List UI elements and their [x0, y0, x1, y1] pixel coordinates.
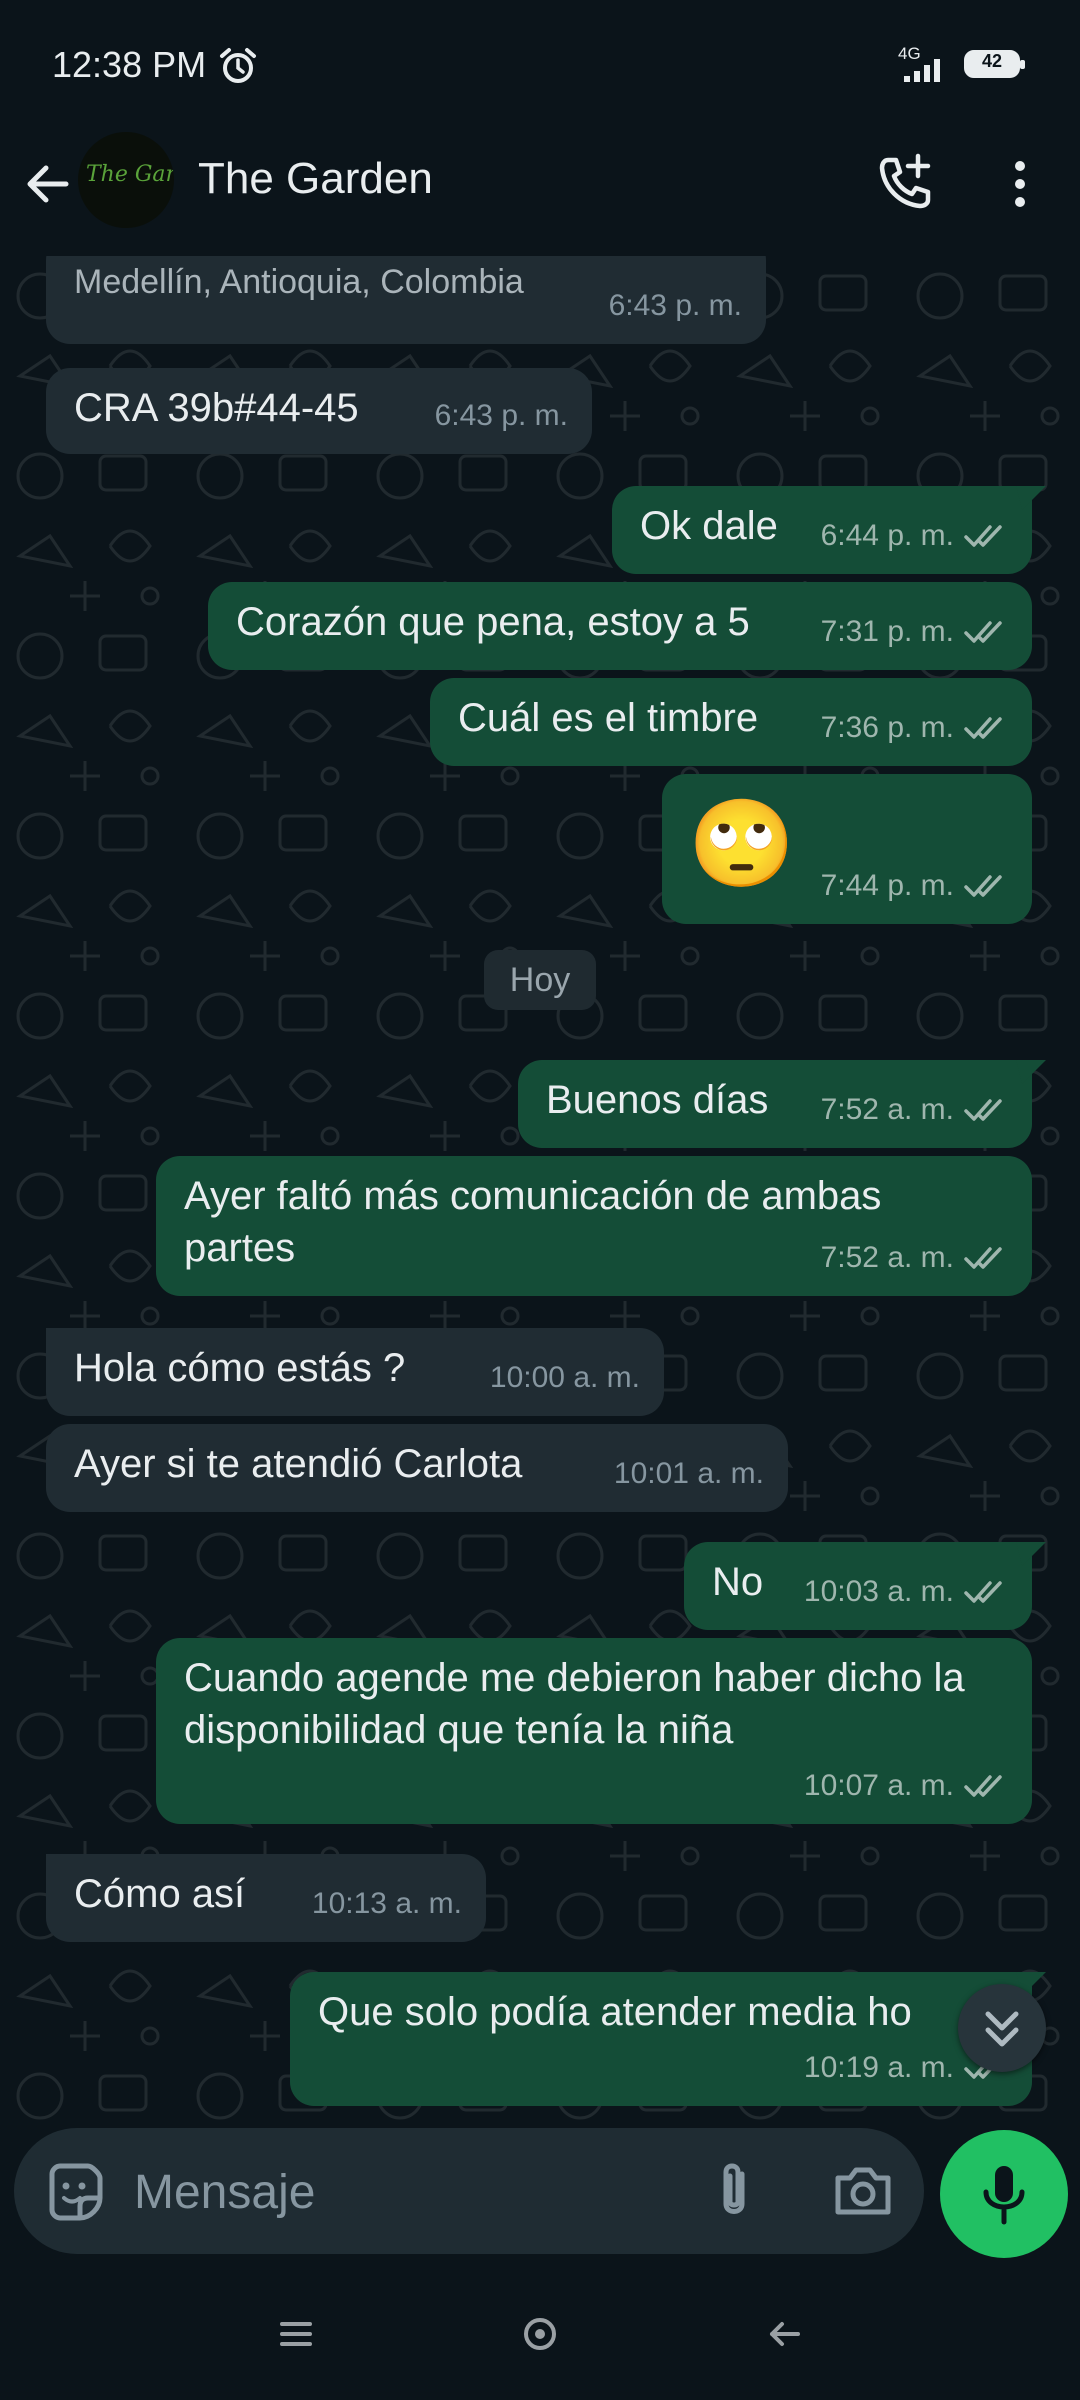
emoji-message: 🙄	[688, 796, 796, 892]
message-text: Hola cómo estás ?	[74, 1346, 406, 1390]
message-meta: 7:31 p. m.	[821, 606, 1008, 658]
outgoing-message[interactable]: Corazón que pena, estoy a 5 7:31 p. m.	[208, 582, 1032, 670]
status-time: 12:38 PM	[52, 44, 207, 85]
outgoing-message[interactable]: Ok dale 6:44 p. m.	[612, 486, 1046, 574]
read-ticks-icon	[964, 525, 1002, 547]
message-meta: 7:36 p. m.	[821, 702, 1008, 754]
message-text: Medellín, Antioquia, Colombia	[74, 263, 524, 301]
read-ticks-icon	[964, 1775, 1002, 1797]
message-meta: 10:00 a. m.	[490, 1352, 640, 1404]
bubble-tail	[1016, 1060, 1046, 1084]
status-bar: 12:38 PM 4G 42	[0, 0, 1080, 130]
contact-name[interactable]: The Garden	[198, 154, 433, 204]
scroll-down-icon	[985, 2011, 1019, 2047]
message-meta: 10:03 a. m.	[804, 1566, 1008, 1618]
outgoing-message[interactable]: Cuando agende me debieron haber dicho la…	[156, 1638, 1032, 1824]
read-ticks-icon	[964, 717, 1002, 739]
avatar-logo-text: The Garden	[86, 162, 174, 187]
read-ticks-icon	[964, 875, 1002, 897]
message-time: 6:43 p. m.	[608, 289, 742, 322]
message-text: Cómo así	[74, 1872, 246, 1916]
read-ticks-icon	[964, 1581, 1002, 1603]
message-text: Que solo podía atender media ho	[318, 1990, 912, 2034]
scroll-down-button[interactable]	[958, 1984, 1046, 2072]
message-time: 7:52 a. m.	[820, 1241, 954, 1274]
message-text: Ayer si te atendió Carlota	[74, 1442, 523, 1486]
message-time: 10:01 a. m.	[613, 1457, 764, 1490]
outgoing-message[interactable]: 🙄 7:44 p. m.	[662, 774, 1032, 924]
message-meta: 6:43 p. m.	[609, 280, 742, 332]
incoming-message[interactable]: Cómo así 10:13 a. m.	[46, 1854, 486, 1942]
message-meta: 7:52 a. m.	[821, 1232, 1008, 1284]
incoming-message[interactable]: Hola cómo estás ? 10:00 a. m.	[46, 1328, 664, 1416]
message-text: CRA 39b#44-45	[74, 386, 359, 430]
message-meta: 6:43 p. m.	[435, 390, 568, 442]
message-time: 10:00 a. m.	[489, 1361, 640, 1394]
message-meta: 10:13 a. m.	[312, 1878, 462, 1930]
message-time: 7:36 p. m.	[820, 711, 954, 744]
message-time: 10:07 a. m.	[803, 1769, 954, 1802]
outgoing-message[interactable]: Ayer faltó más comunicación de ambas par…	[156, 1156, 1032, 1296]
system-back-icon[interactable]	[766, 2316, 802, 2352]
outgoing-message[interactable]: Cuál es el timbre 7:36 p. m.	[430, 678, 1032, 766]
recent-apps-icon[interactable]	[278, 2316, 314, 2352]
message-list[interactable]: Medellín, Antioquia, Colombia 6:43 p. m.…	[0, 256, 1080, 2126]
message-meta: 10:01 a. m.	[614, 1448, 764, 1500]
message-text: No	[712, 1560, 764, 1604]
mic-icon	[983, 2166, 1025, 2225]
outgoing-message[interactable]: Que solo podía atender media ho 10:19 a.…	[290, 1972, 1046, 2106]
message-time: 7:52 a. m.	[820, 1093, 954, 1126]
add-call-icon[interactable]	[870, 148, 940, 218]
message-text: Buenos días	[546, 1078, 769, 1122]
bubble-tail	[1016, 1542, 1046, 1566]
message-time: 10:03 a. m.	[803, 1575, 954, 1608]
incoming-message[interactable]: CRA 39b#44-45 6:43 p. m.	[46, 368, 592, 454]
read-ticks-icon	[964, 1247, 1002, 1269]
message-text: Cuando agende me debieron haber dicho la…	[184, 1656, 965, 1752]
message-meta: 7:44 p. m.	[821, 860, 1008, 912]
message-time: 7:44 p. m.	[820, 869, 954, 902]
message-meta: 7:52 a. m.	[821, 1084, 1008, 1136]
back-arrow-icon[interactable]	[20, 156, 76, 212]
home-icon[interactable]	[522, 2316, 558, 2352]
bubble-tail	[1016, 486, 1046, 510]
read-ticks-icon	[964, 1099, 1002, 1121]
message-text: Corazón que pena, estoy a 5	[236, 600, 750, 644]
battery-level: 42	[981, 51, 1003, 71]
day-divider: Hoy	[484, 950, 596, 1010]
incoming-message[interactable]: Ayer si te atendió Carlota 10:01 a. m.	[46, 1424, 788, 1512]
outgoing-message[interactable]: No 10:03 a. m.	[684, 1542, 1046, 1630]
outgoing-message[interactable]: Buenos días 7:52 a. m.	[518, 1060, 1046, 1148]
alarm-icon	[220, 48, 256, 83]
voice-record-button[interactable]	[940, 2130, 1068, 2258]
battery-icon: 42	[964, 50, 1025, 78]
attach-icon[interactable]	[704, 2156, 764, 2226]
message-input[interactable]	[132, 2156, 696, 2228]
message-meta: 6:44 p. m.	[821, 510, 1008, 562]
camera-icon[interactable]	[830, 2158, 896, 2224]
message-time: 6:44 p. m.	[820, 519, 954, 552]
message-time: 10:19 a. m.	[803, 2051, 954, 2084]
message-text: Cuál es el timbre	[458, 696, 759, 740]
read-ticks-icon	[964, 621, 1002, 643]
system-nav-bar	[0, 2270, 1080, 2400]
avatar[interactable]: The Garden	[78, 132, 174, 228]
message-time: 7:31 p. m.	[820, 615, 954, 648]
signal-icon: 4G	[898, 44, 954, 84]
message-time: 6:43 p. m.	[434, 399, 568, 432]
more-vertical-icon[interactable]	[992, 154, 1048, 214]
sticker-icon[interactable]	[42, 2160, 106, 2224]
message-meta: 10:07 a. m.	[804, 1760, 1008, 1812]
message-text: Ok dale	[640, 504, 778, 548]
incoming-message[interactable]: Medellín, Antioquia, Colombia 6:43 p. m.	[46, 256, 766, 344]
chat-header: The Garden The Garden	[0, 130, 1080, 256]
message-composer	[14, 2128, 924, 2254]
message-time: 10:13 a. m.	[311, 1887, 462, 1920]
